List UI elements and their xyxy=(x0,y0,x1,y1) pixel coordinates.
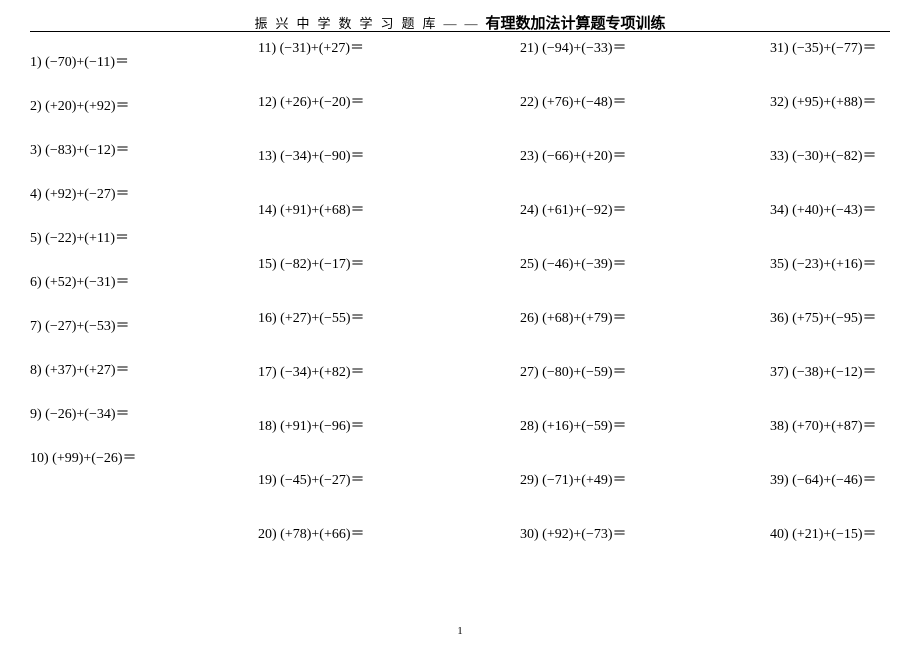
problem: 34) (+40)+(−43)＝ xyxy=(770,204,900,218)
problem: 26) (+68)+(+79)＝ xyxy=(520,312,770,326)
problem: 20) (+78)+(+66)＝ xyxy=(258,528,520,542)
problem: 3) (−83)+(−12)＝ xyxy=(30,144,258,158)
header-prefix: 振兴中学数学习题库—— xyxy=(254,16,485,31)
problem: 37) (−38)+(−12)＝ xyxy=(770,366,900,380)
problem: 35) (−23)+(+16)＝ xyxy=(770,258,900,272)
problem: 25) (−46)+(−39)＝ xyxy=(520,258,770,272)
problem: 22) (+76)+(−48)＝ xyxy=(520,96,770,110)
header-rule xyxy=(30,31,890,32)
problem: 10) (+99)+(−26)＝ xyxy=(30,452,258,466)
column-1: 1) (−70)+(−11)＝ 2) (+20)+(+92)＝ 3) (−83)… xyxy=(30,42,258,582)
problem: 30) (+92)+(−73)＝ xyxy=(520,528,770,542)
problem: 2) (+20)+(+92)＝ xyxy=(30,100,258,114)
problem: 29) (−71)+(+49)＝ xyxy=(520,474,770,488)
problem: 24) (+61)+(−92)＝ xyxy=(520,204,770,218)
column-3: 21) (−94)+(−33)＝ 22) (+76)+(−48)＝ 23) (−… xyxy=(520,42,770,582)
problem: 13) (−34)+(−90)＝ xyxy=(258,150,520,164)
problem: 5) (−22)+(+11)＝ xyxy=(30,232,258,246)
problem: 6) (+52)+(−31)＝ xyxy=(30,276,258,290)
problem-columns: 1) (−70)+(−11)＝ 2) (+20)+(+92)＝ 3) (−83)… xyxy=(30,42,900,582)
header-title: 有理数加法计算题专项训练 xyxy=(486,16,666,32)
problem: 15) (−82)+(−17)＝ xyxy=(258,258,520,272)
problem: 16) (+27)+(−55)＝ xyxy=(258,312,520,326)
problem: 33) (−30)+(−82)＝ xyxy=(770,150,900,164)
problem: 31) (−35)+(−77)＝ xyxy=(770,42,900,56)
problem: 36) (+75)+(−95)＝ xyxy=(770,312,900,326)
problem: 23) (−66)+(+20)＝ xyxy=(520,150,770,164)
problem: 27) (−80)+(−59)＝ xyxy=(520,366,770,380)
problem: 4) (+92)+(−27)＝ xyxy=(30,188,258,202)
problem: 12) (+26)+(−20)＝ xyxy=(258,96,520,110)
page-number: 1 xyxy=(0,625,920,637)
problem: 18) (+91)+(−96)＝ xyxy=(258,420,520,434)
problem: 39) (−64)+(−46)＝ xyxy=(770,474,900,488)
column-2: 11) (−31)+(+27)＝ 12) (+26)+(−20)＝ 13) (−… xyxy=(258,42,520,582)
page-header: 振兴中学数学习题库——有理数加法计算题专项训练 xyxy=(0,12,920,33)
problem: 7) (−27)+(−53)＝ xyxy=(30,320,258,334)
problem: 14) (+91)+(+68)＝ xyxy=(258,204,520,218)
problem: 40) (+21)+(−15)＝ xyxy=(770,528,900,542)
problem: 28) (+16)+(−59)＝ xyxy=(520,420,770,434)
problem: 21) (−94)+(−33)＝ xyxy=(520,42,770,56)
problem: 17) (−34)+(+82)＝ xyxy=(258,366,520,380)
problem: 19) (−45)+(−27)＝ xyxy=(258,474,520,488)
column-4: 31) (−35)+(−77)＝ 32) (+95)+(+88)＝ 33) (−… xyxy=(770,42,900,582)
problem: 1) (−70)+(−11)＝ xyxy=(30,56,258,70)
problem: 9) (−26)+(−34)＝ xyxy=(30,408,258,422)
problem: 8) (+37)+(+27)＝ xyxy=(30,364,258,378)
problem: 11) (−31)+(+27)＝ xyxy=(258,42,520,56)
problem: 32) (+95)+(+88)＝ xyxy=(770,96,900,110)
problem: 38) (+70)+(+87)＝ xyxy=(770,420,900,434)
